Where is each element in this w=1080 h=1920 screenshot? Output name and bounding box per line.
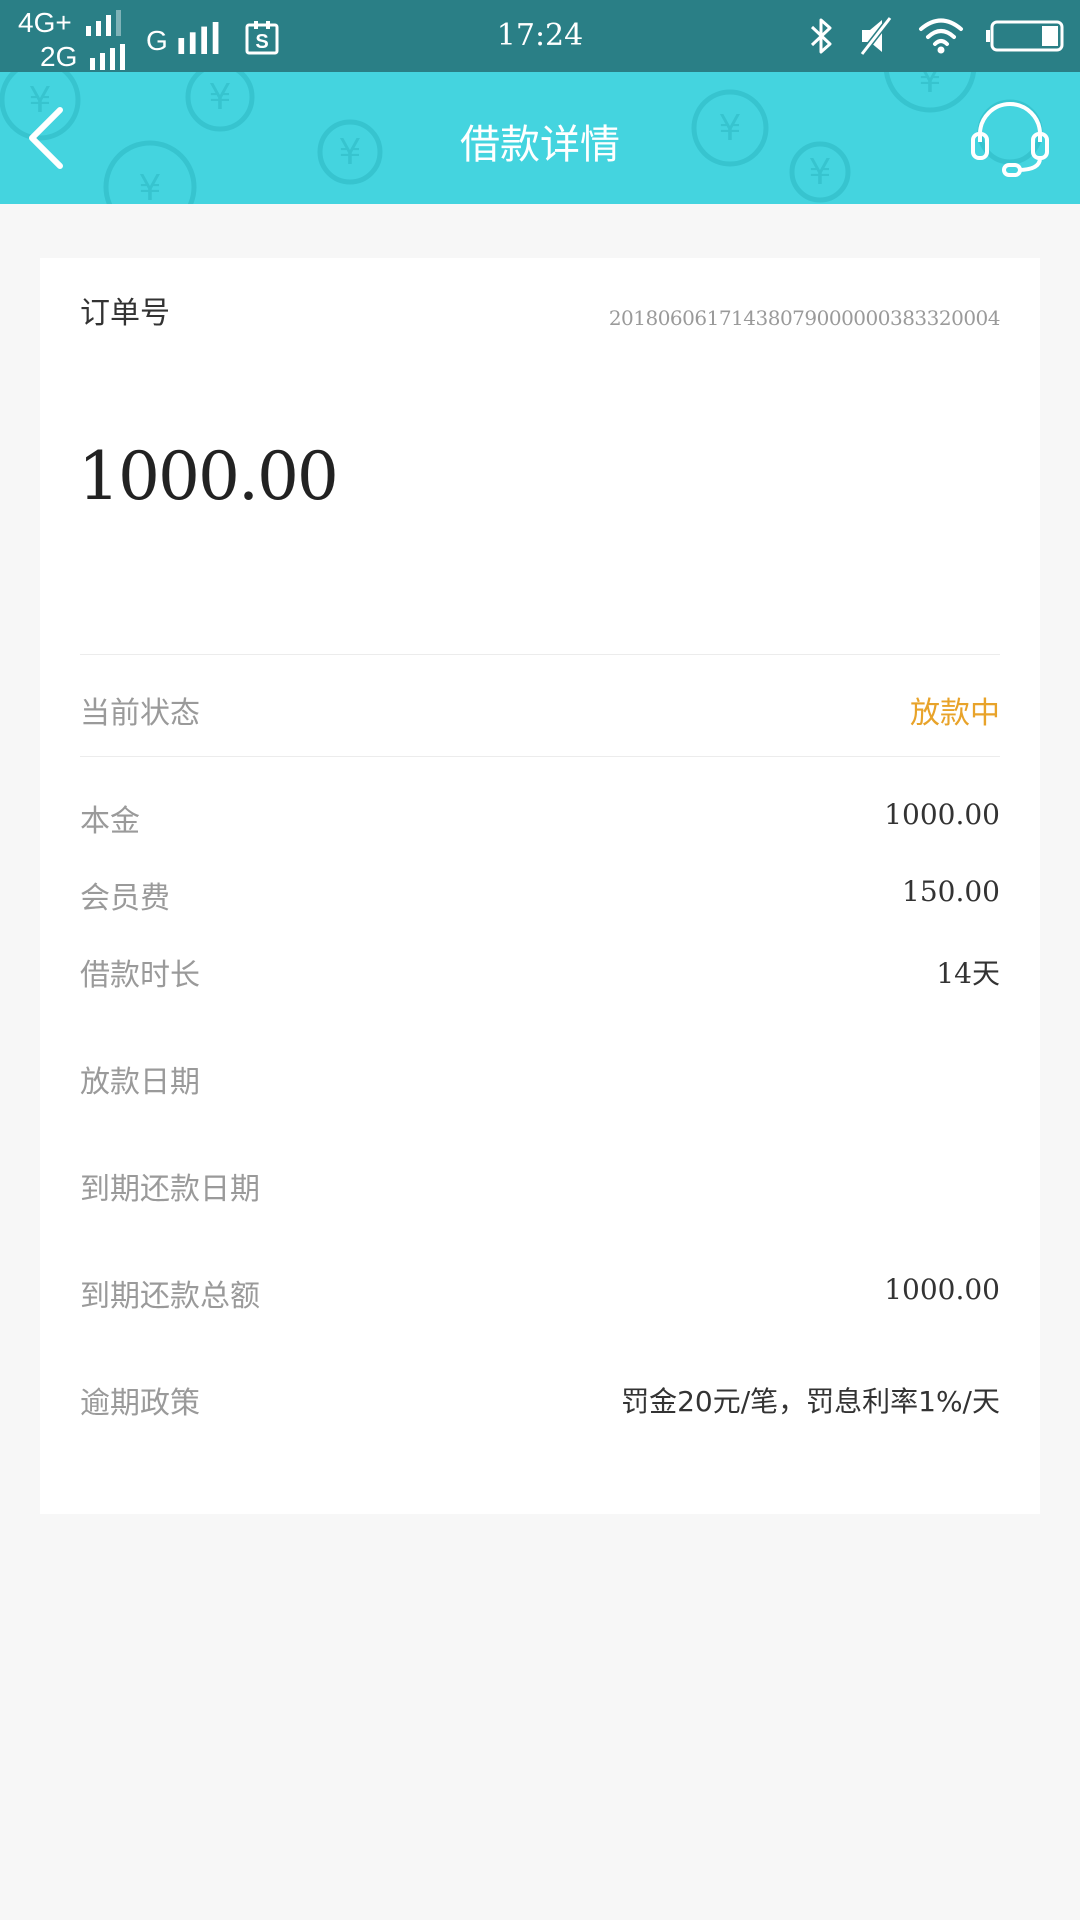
total-due-label: 到期还款总额 (80, 1279, 260, 1314)
mute-icon (859, 16, 893, 56)
overdue-policy-value: 罚金20元/笔，罚息利率1%/天 (621, 1385, 1000, 1418)
svg-text:¥: ¥ (139, 168, 162, 204)
disbursement-date-label: 放款日期 (80, 1065, 200, 1100)
order-number-label: 订单号 (80, 296, 170, 331)
wifi-icon (919, 18, 963, 54)
detail-row-loan-duration: 借款时长 14天 (80, 950, 1000, 994)
divider (80, 654, 1000, 655)
loan-duration-value: 14天 (936, 957, 1000, 990)
detail-row-disbursement-date: 放款日期 (80, 1057, 1000, 1101)
overdue-policy-label: 逾期政策 (80, 1386, 200, 1421)
status-bar: 4G+ 2G G S 17:24 (0, 0, 1080, 72)
loan-detail-card: 订单号 20180606171438079000000383320004 100… (40, 258, 1040, 1514)
svg-text:¥: ¥ (919, 72, 942, 101)
detail-row-overdue-policy: 逾期政策 罚金20元/笔，罚息利率1%/天 (80, 1378, 1000, 1422)
divider (80, 756, 1000, 757)
status-label: 当前状态 (80, 696, 200, 731)
loan-detail-screen: 4G+ 2G G S 17:24 ¥ ¥ ¥ ¥ ¥ ¥ ¥ 借款详情 订单号 … (0, 0, 1080, 1920)
status-row: 当前状态 放款中 (80, 688, 1000, 732)
loan-amount: 1000.00 (78, 438, 339, 515)
headset-icon (971, 102, 1049, 177)
bluetooth-icon (810, 18, 832, 54)
app-header: ¥ ¥ ¥ ¥ ¥ ¥ ¥ 借款详情 (0, 72, 1080, 204)
loan-duration-label: 借款时长 (80, 958, 200, 993)
membership-fee-value: 150.00 (902, 875, 1000, 908)
detail-row-due-date: 到期还款日期 (80, 1164, 1000, 1208)
detail-row-principal: 本金 1000.00 (80, 796, 1000, 840)
detail-row-membership-fee: 会员费 150.00 (80, 873, 1000, 917)
total-due-value: 1000.00 (884, 1273, 1000, 1306)
battery-icon (986, 20, 1064, 52)
customer-service-button[interactable] (968, 94, 1052, 178)
page-title: 借款详情 (460, 122, 620, 168)
detail-row-total-due: 到期还款总额 1000.00 (80, 1271, 1000, 1315)
order-number-value: 20180606171438079000000383320004 (608, 306, 1001, 330)
status-badge: 放款中 (910, 696, 1000, 731)
due-date-label: 到期还款日期 (80, 1172, 260, 1207)
membership-fee-label: 会员费 (80, 881, 170, 916)
principal-label: 本金 (80, 804, 140, 839)
order-number-row: 订单号 20180606171438079000000383320004 (80, 288, 1001, 338)
principal-value: 1000.00 (884, 798, 1000, 831)
